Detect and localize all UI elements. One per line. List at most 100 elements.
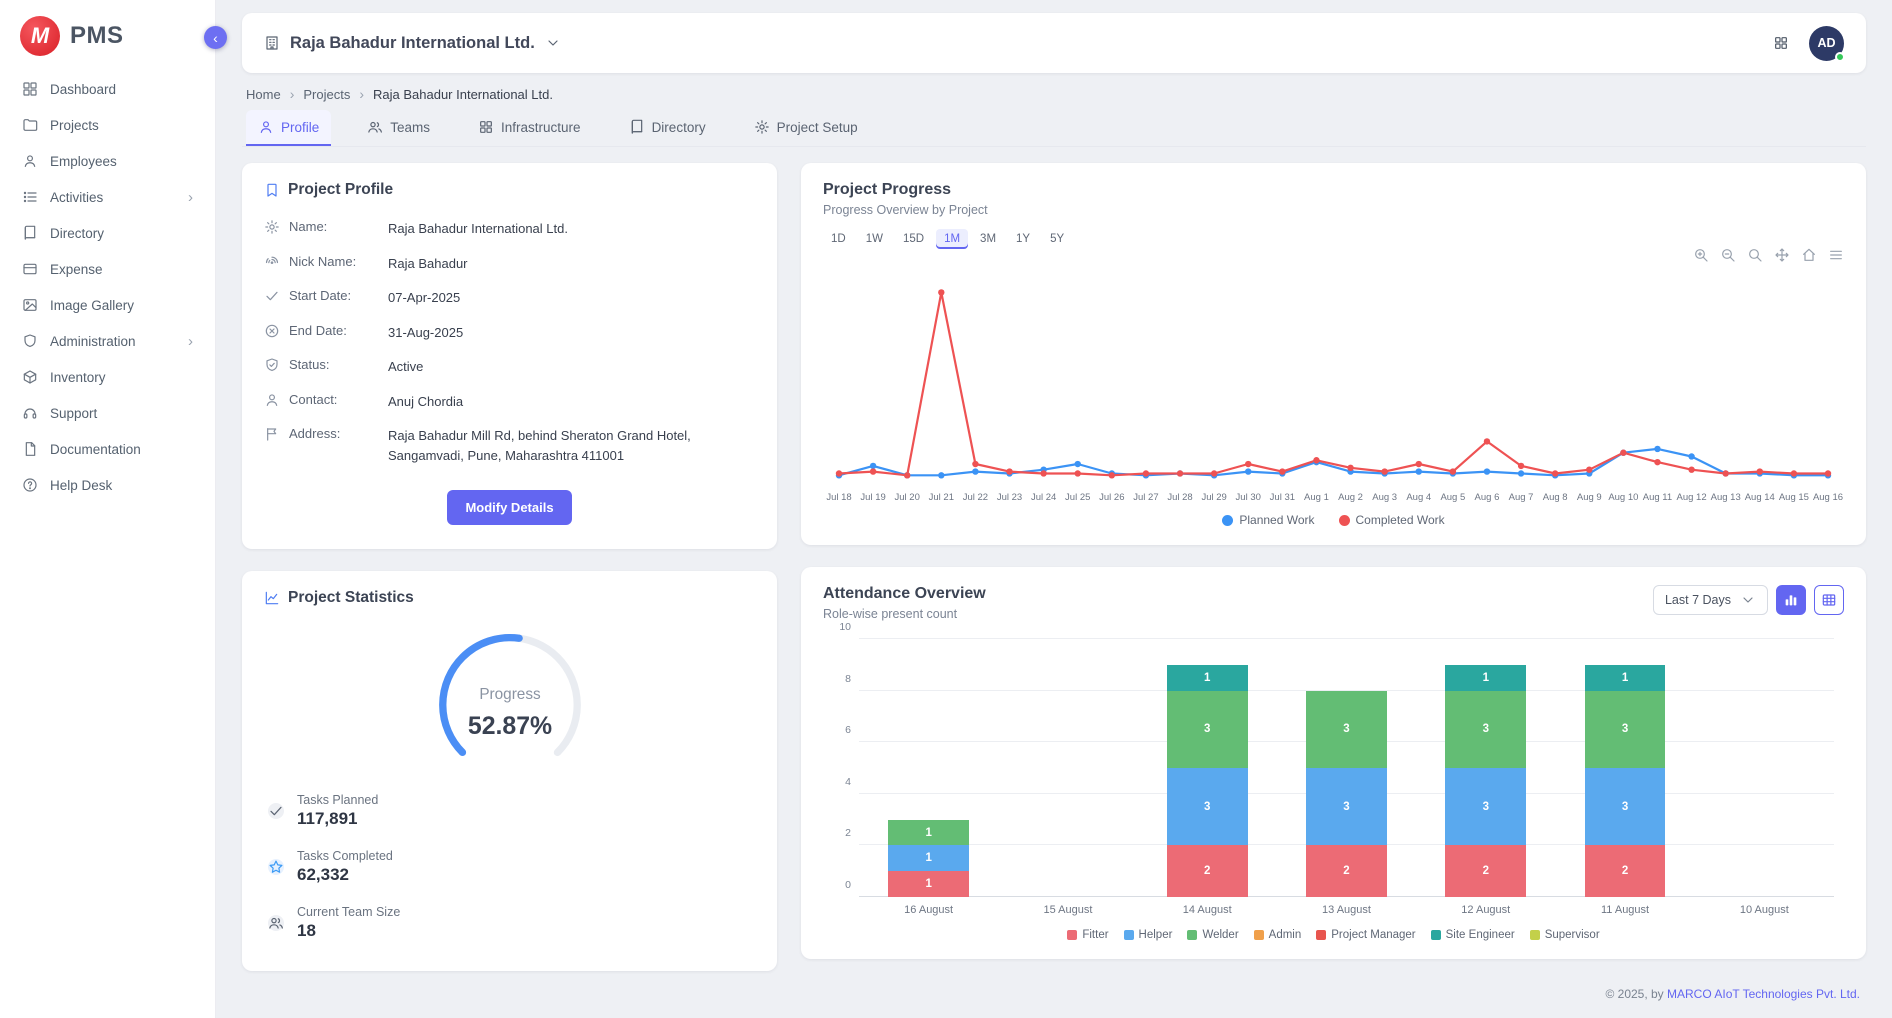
legend-marker [1067,930,1077,940]
chart-menu-icon[interactable] [1828,247,1844,263]
svg-text:Aug 15: Aug 15 [1779,492,1809,503]
sidebar-collapse-button[interactable]: ‹ [204,26,227,49]
legend-item-fitter[interactable]: Fitter [1067,929,1108,941]
bar-segment-welder[interactable]: 3 [1167,691,1248,768]
svg-text:Aug 12: Aug 12 [1677,492,1707,503]
sidebar-item-help-desk[interactable]: Help Desk [10,468,205,502]
legend-item-helper[interactable]: Helper [1124,929,1173,941]
company-link[interactable]: MARCO AIoT Technologies Pvt. Ltd. [1667,987,1860,1001]
tab-directory[interactable]: Directory [617,110,718,146]
range-1y-button[interactable]: 1Y [1008,229,1038,249]
modify-details-button[interactable]: Modify Details [447,490,571,525]
legend-dot [1222,515,1233,526]
bar-segment-fitter[interactable]: 2 [1306,845,1387,897]
selection-zoom-icon[interactable] [1747,247,1763,263]
sidebar-item-administration[interactable]: Administration› [10,324,205,358]
bar-segment-welder[interactable]: 3 [1585,691,1666,768]
legend-item-site-engineer[interactable]: Site Engineer [1431,929,1515,941]
attendance-bar-chart[interactable]: 0246810111233123323312331 [859,639,1834,897]
bar-segment-welder[interactable]: 3 [1445,691,1526,768]
sidebar-item-activities[interactable]: Activities› [10,180,205,214]
bar-segment-helper[interactable]: 1 [888,845,969,871]
bar-segment-helper[interactable]: 3 [1585,768,1666,845]
building-icon [264,35,280,51]
tab-infrastructure[interactable]: Infrastructure [466,110,593,146]
legend-item-project-manager[interactable]: Project Manager [1316,929,1415,941]
user-avatar[interactable]: AD [1809,26,1844,61]
sidebar-item-label: Activities [50,190,103,205]
bar-segment-helper[interactable]: 3 [1306,768,1387,845]
line-chart-legend: Planned Work Completed Work [823,513,1844,527]
sidebar-item-employees[interactable]: Employees [10,144,205,178]
bar-segment-fitter[interactable]: 2 [1585,845,1666,897]
field-label: Contact: [289,391,379,407]
range-1d-button[interactable]: 1D [823,229,854,249]
bar-column[interactable]: 2331 [1555,639,1694,897]
range-15d-button[interactable]: 15D [895,229,932,249]
table-view-button[interactable] [1814,585,1844,615]
app-logo[interactable]: M PMS [0,0,215,68]
bar-segment-fitter[interactable]: 1 [888,871,969,897]
bar-segment-helper[interactable]: 3 [1445,768,1526,845]
bar-segment-welder[interactable]: 3 [1306,691,1387,768]
pan-icon[interactable] [1774,247,1790,263]
sidebar-item-projects[interactable]: Projects [10,108,205,142]
tab-teams[interactable]: Teams [355,110,442,146]
sidebar-item-support[interactable]: Support [10,396,205,430]
svg-text:Jul 29: Jul 29 [1201,492,1226,503]
range-1w-button[interactable]: 1W [858,229,891,249]
legend-marker [1187,930,1197,940]
sidebar-item-image-gallery[interactable]: Image Gallery [10,288,205,322]
legend-item-supervisor[interactable]: Supervisor [1530,929,1600,941]
sidebar-item-directory[interactable]: Directory [10,216,205,250]
range-1m-button[interactable]: 1M [936,229,968,249]
legend-item-planned-work[interactable]: Planned Work [1222,513,1314,527]
svg-text:Aug 16: Aug 16 [1813,492,1843,503]
bar-view-button[interactable] [1776,585,1806,615]
bar-column[interactable]: 2331 [1138,639,1277,897]
bar-segment-fitter[interactable]: 2 [1445,845,1526,897]
bar-column[interactable] [998,639,1137,897]
bar-column[interactable]: 233 [1277,639,1416,897]
footer: © 2025, by MARCO AIoT Technologies Pvt. … [801,981,1866,1011]
company-selector[interactable]: Raja Bahadur International Ltd. [264,34,561,53]
dashboard-icon [22,81,38,97]
sidebar-item-expense[interactable]: Expense [10,252,205,286]
bar-segment-welder[interactable]: 1 [888,820,969,846]
progress-gauge: Progress 52.87% [264,619,755,783]
bar-column[interactable] [1695,639,1834,897]
bar-segment-helper[interactable]: 3 [1167,768,1248,845]
bar-segment-site-engineer[interactable]: 1 [1445,665,1526,691]
field-nick-name: Nick Name:Raja Bahadur [264,246,755,281]
tab-project-setup[interactable]: Project Setup [742,110,870,146]
attendance-controls: Last 7 Days [1653,585,1844,615]
breadcrumb-separator: › [290,86,295,102]
bar-column[interactable]: 2331 [1416,639,1555,897]
zoom-out-icon[interactable] [1720,247,1736,263]
bar-segment-site-engineer[interactable]: 1 [1167,665,1248,691]
breadcrumb-projects[interactable]: Projects [303,87,350,102]
apps-grid-button[interactable] [1773,35,1789,51]
sidebar-item-inventory[interactable]: Inventory [10,360,205,394]
card-title: Project Statistics [288,589,414,607]
breadcrumb-home[interactable]: Home [246,87,281,102]
y-axis-label: 2 [829,827,851,839]
bar-column[interactable]: 111 [859,639,998,897]
legend-item-completed-work[interactable]: Completed Work [1339,513,1445,527]
reset-zoom-icon[interactable] [1801,247,1817,263]
days-filter-select[interactable]: Last 7 Days [1653,585,1768,615]
card-title: Project Profile [288,181,393,199]
range-5y-button[interactable]: 5Y [1042,229,1072,249]
sidebar-item-documentation[interactable]: Documentation [10,432,205,466]
svg-text:Aug 7: Aug 7 [1509,492,1534,503]
project-progress-line-chart[interactable]: Jul 18Jul 19Jul 20Jul 21Jul 22Jul 23Jul … [823,269,1844,509]
legend-item-welder[interactable]: Welder [1187,929,1238,941]
legend-item-admin[interactable]: Admin [1254,929,1302,941]
range-3m-button[interactable]: 3M [972,229,1004,249]
bar-segment-fitter[interactable]: 2 [1167,845,1248,897]
zoom-in-icon[interactable] [1693,247,1709,263]
bar-segment-site-engineer[interactable]: 1 [1585,665,1666,691]
field-label: Name: [289,218,379,234]
tab-profile[interactable]: Profile [246,110,331,146]
sidebar-item-dashboard[interactable]: Dashboard [10,72,205,106]
